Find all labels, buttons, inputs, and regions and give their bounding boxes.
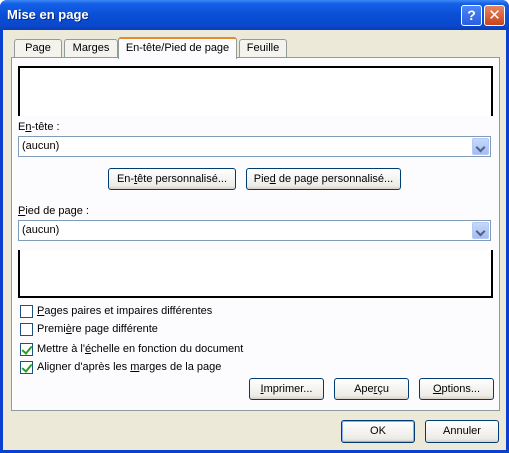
header-select[interactable]: (aucun) — [18, 136, 491, 157]
ok-button[interactable]: OK — [341, 420, 415, 443]
checkbox-aligner-marges-label[interactable]: Aligner d'après les marges de la page — [37, 361, 221, 373]
help-button[interactable]: ? — [461, 5, 482, 26]
chevron-down-icon[interactable] — [472, 138, 489, 155]
preview-button[interactable]: Aperçu — [334, 378, 409, 400]
checkbox-echelle-label[interactable]: Mettre à l'échelle en fonction du docume… — [37, 343, 243, 355]
checkbox-premiere-page-label[interactable]: Première page différente — [37, 323, 158, 335]
tab-feuille[interactable]: Feuille — [239, 39, 287, 58]
footer-preview — [18, 250, 493, 298]
header-select-value: (aucun) — [22, 140, 60, 152]
footer-select-value: (aucun) — [22, 224, 60, 236]
tab-panel: En-tête : (aucun) En-tête personnalisé..… — [11, 57, 500, 411]
title-bar[interactable]: Mise en page ? ✕ — [0, 0, 509, 30]
custom-header-button[interactable]: En-tête personnalisé... — [108, 168, 236, 190]
cancel-button[interactable]: Annuler — [425, 420, 499, 443]
chevron-down-icon[interactable] — [472, 222, 489, 239]
checkbox-aligner-marges[interactable] — [20, 361, 33, 374]
tab-entete-pied[interactable]: En-tête/Pied de page — [118, 37, 237, 59]
dialog-body: Page Marges En-tête/Pied de page Feuille… — [3, 30, 506, 450]
tab-marges[interactable]: Marges — [64, 39, 118, 58]
print-button[interactable]: Imprimer... — [249, 378, 324, 400]
header-label: En-tête : — [18, 121, 60, 133]
close-button[interactable]: ✕ — [484, 5, 505, 26]
header-preview — [18, 66, 493, 116]
custom-footer-button[interactable]: Pied de page personnalisé... — [246, 168, 401, 190]
checkbox-pages-paires-label[interactable]: Pages paires et impaires différentes — [37, 305, 212, 317]
dialog-window: Mise en page ? ✕ Page Marges En-tête/Pie… — [0, 0, 509, 453]
checkbox-echelle[interactable] — [20, 343, 33, 356]
checkbox-premiere-page[interactable] — [20, 323, 33, 336]
footer-label: Pied de page : — [18, 205, 89, 217]
footer-select[interactable]: (aucun) — [18, 220, 491, 241]
dialog-title: Mise en page — [7, 7, 89, 22]
options-button[interactable]: Options... — [419, 378, 494, 400]
checkbox-pages-paires[interactable] — [20, 305, 33, 318]
tab-page[interactable]: Page — [14, 39, 62, 58]
